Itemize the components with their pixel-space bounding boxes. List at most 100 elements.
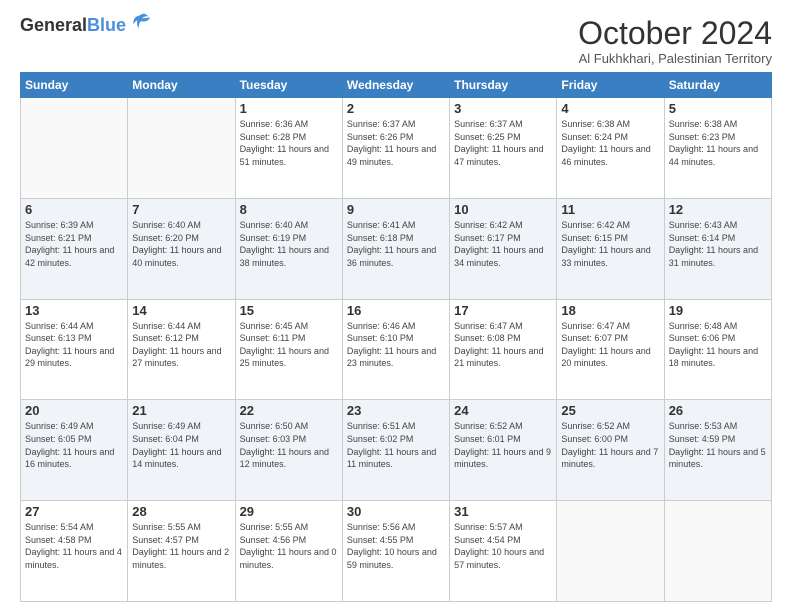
calendar-cell: 28 Sunrise: 5:55 AMSunset: 4:57 PMDayligh… — [128, 501, 235, 602]
day-info: Sunrise: 6:37 AMSunset: 6:25 PMDaylight:… — [454, 118, 552, 168]
day-number: 3 — [454, 101, 552, 116]
calendar-cell: 7 Sunrise: 6:40 AMSunset: 6:20 PMDaylight… — [128, 198, 235, 299]
calendar-cell — [557, 501, 664, 602]
weekday-header-wednesday: Wednesday — [342, 73, 449, 98]
calendar-cell: 6Sunrise: 6:39 AMSunset: 6:21 PMDaylight… — [21, 198, 128, 299]
day-number: 22 — [240, 403, 338, 418]
calendar-cell: 19 Sunrise: 6:48 AMSunset: 6:06 PMDayligh… — [664, 299, 771, 400]
calendar-cell — [664, 501, 771, 602]
day-number: 28 — [132, 504, 230, 519]
day-info: Sunrise: 5:57 AMSunset: 4:54 PMDaylight:… — [454, 521, 552, 571]
calendar-cell: 8Sunrise: 6:40 AMSunset: 6:19 PMDaylight… — [235, 198, 342, 299]
day-number: 12 — [669, 202, 767, 217]
day-info: Sunrise: 6:46 AMSunset: 6:10 PMDaylight:… — [347, 320, 445, 370]
calendar-cell — [21, 98, 128, 199]
location: Al Fukhkhari, Palestinian Territory — [578, 51, 772, 66]
day-info: Sunrise: 5:56 AMSunset: 4:55 PMDaylight:… — [347, 521, 445, 571]
calendar-cell: 12 Sunrise: 6:43 AMSunset: 6:14 PMDayligh… — [664, 198, 771, 299]
calendar-cell: 13Sunrise: 6:44 AMSunset: 6:13 PMDayligh… — [21, 299, 128, 400]
weekday-header-monday: Monday — [128, 73, 235, 98]
header: GeneralBlue October 2024 Al Fukhkhari, P… — [20, 16, 772, 66]
day-number: 18 — [561, 303, 659, 318]
calendar-cell: 26 Sunrise: 5:53 AMSunset: 4:59 PMDayligh… — [664, 400, 771, 501]
day-number: 19 — [669, 303, 767, 318]
day-info: Sunrise: 6:38 AMSunset: 6:23 PMDaylight:… — [669, 118, 767, 168]
day-info: Sunrise: 6:42 AMSunset: 6:17 PMDaylight:… — [454, 219, 552, 269]
day-number: 26 — [669, 403, 767, 418]
day-info: Sunrise: 5:54 AMSunset: 4:58 PMDaylight:… — [25, 521, 123, 571]
day-number: 8 — [240, 202, 338, 217]
weekday-header-saturday: Saturday — [664, 73, 771, 98]
calendar-cell: 25Sunrise: 6:52 AMSunset: 6:00 PMDayligh… — [557, 400, 664, 501]
calendar-cell: 15 Sunrise: 6:45 AMSunset: 6:11 PMDayligh… — [235, 299, 342, 400]
day-number: 29 — [240, 504, 338, 519]
day-info: Sunrise: 6:48 AMSunset: 6:06 PMDaylight:… — [669, 320, 767, 370]
day-info: Sunrise: 6:51 AMSunset: 6:02 PMDaylight:… — [347, 420, 445, 470]
day-number: 17 — [454, 303, 552, 318]
calendar-cell: 5Sunrise: 6:38 AMSunset: 6:23 PMDaylight… — [664, 98, 771, 199]
calendar-week-row: 13Sunrise: 6:44 AMSunset: 6:13 PMDayligh… — [21, 299, 772, 400]
day-number: 30 — [347, 504, 445, 519]
calendar-cell: 29 Sunrise: 5:55 AMSunset: 4:56 PMDayligh… — [235, 501, 342, 602]
calendar-cell: 3 Sunrise: 6:37 AMSunset: 6:25 PMDaylight… — [450, 98, 557, 199]
day-number: 2 — [347, 101, 445, 116]
day-info: Sunrise: 6:40 AMSunset: 6:20 PMDaylight:… — [132, 219, 230, 269]
day-number: 10 — [454, 202, 552, 217]
calendar-cell: 17 Sunrise: 6:47 AMSunset: 6:08 PMDayligh… — [450, 299, 557, 400]
day-info: Sunrise: 6:44 AMSunset: 6:13 PMDaylight:… — [25, 320, 123, 370]
day-info: Sunrise: 6:43 AMSunset: 6:14 PMDaylight:… — [669, 219, 767, 269]
logo-general: General — [20, 15, 87, 35]
day-info: Sunrise: 6:49 AMSunset: 6:05 PMDaylight:… — [25, 420, 123, 470]
day-info: Sunrise: 6:45 AMSunset: 6:11 PMDaylight:… — [240, 320, 338, 370]
day-number: 14 — [132, 303, 230, 318]
calendar-cell — [128, 98, 235, 199]
calendar-cell: 11Sunrise: 6:42 AMSunset: 6:15 PMDayligh… — [557, 198, 664, 299]
day-number: 20 — [25, 403, 123, 418]
day-number: 31 — [454, 504, 552, 519]
day-info: Sunrise: 5:55 AMSunset: 4:56 PMDaylight:… — [240, 521, 338, 571]
day-number: 23 — [347, 403, 445, 418]
calendar-cell: 14 Sunrise: 6:44 AMSunset: 6:12 PMDayligh… — [128, 299, 235, 400]
page: GeneralBlue October 2024 Al Fukhkhari, P… — [0, 0, 792, 612]
day-info: Sunrise: 6:47 AMSunset: 6:08 PMDaylight:… — [454, 320, 552, 370]
title-block: October 2024 Al Fukhkhari, Palestinian T… — [578, 16, 772, 66]
month-title: October 2024 — [578, 16, 772, 51]
calendar-cell: 10 Sunrise: 6:42 AMSunset: 6:17 PMDayligh… — [450, 198, 557, 299]
day-number: 7 — [132, 202, 230, 217]
day-info: Sunrise: 6:49 AMSunset: 6:04 PMDaylight:… — [132, 420, 230, 470]
calendar-cell: 30 Sunrise: 5:56 AMSunset: 4:55 PMDayligh… — [342, 501, 449, 602]
calendar-week-row: 27Sunrise: 5:54 AMSunset: 4:58 PMDayligh… — [21, 501, 772, 602]
calendar-week-row: 20 Sunrise: 6:49 AMSunset: 6:05 PMDayligh… — [21, 400, 772, 501]
logo-blue: Blue — [87, 15, 126, 35]
weekday-header-tuesday: Tuesday — [235, 73, 342, 98]
weekday-header-sunday: Sunday — [21, 73, 128, 98]
day-info: Sunrise: 6:38 AMSunset: 6:24 PMDaylight:… — [561, 118, 659, 168]
day-info: Sunrise: 5:53 AMSunset: 4:59 PMDaylight:… — [669, 420, 767, 470]
day-number: 24 — [454, 403, 552, 418]
day-number: 4 — [561, 101, 659, 116]
day-info: Sunrise: 6:52 AMSunset: 6:01 PMDaylight:… — [454, 420, 552, 470]
calendar-cell: 20 Sunrise: 6:49 AMSunset: 6:05 PMDayligh… — [21, 400, 128, 501]
day-info: Sunrise: 5:55 AMSunset: 4:57 PMDaylight:… — [132, 521, 230, 571]
calendar-cell: 18 Sunrise: 6:47 AMSunset: 6:07 PMDayligh… — [557, 299, 664, 400]
day-info: Sunrise: 6:44 AMSunset: 6:12 PMDaylight:… — [132, 320, 230, 370]
calendar-table: SundayMondayTuesdayWednesdayThursdayFrid… — [20, 72, 772, 602]
day-number: 25 — [561, 403, 659, 418]
day-info: Sunrise: 6:47 AMSunset: 6:07 PMDaylight:… — [561, 320, 659, 370]
weekday-header-row: SundayMondayTuesdayWednesdayThursdayFrid… — [21, 73, 772, 98]
day-info: Sunrise: 6:42 AMSunset: 6:15 PMDaylight:… — [561, 219, 659, 269]
weekday-header-thursday: Thursday — [450, 73, 557, 98]
day-number: 1 — [240, 101, 338, 116]
calendar-cell: 21Sunrise: 6:49 AMSunset: 6:04 PMDayligh… — [128, 400, 235, 501]
day-number: 15 — [240, 303, 338, 318]
day-info: Sunrise: 6:50 AMSunset: 6:03 PMDaylight:… — [240, 420, 338, 470]
logo: GeneralBlue — [20, 16, 152, 34]
day-info: Sunrise: 6:41 AMSunset: 6:18 PMDaylight:… — [347, 219, 445, 269]
calendar-cell: 2Sunrise: 6:37 AMSunset: 6:26 PMDaylight… — [342, 98, 449, 199]
calendar-cell: 27Sunrise: 5:54 AMSunset: 4:58 PMDayligh… — [21, 501, 128, 602]
day-number: 9 — [347, 202, 445, 217]
calendar-cell: 9 Sunrise: 6:41 AMSunset: 6:18 PMDaylight… — [342, 198, 449, 299]
calendar-cell: 23 Sunrise: 6:51 AMSunset: 6:02 PMDayligh… — [342, 400, 449, 501]
calendar-cell: 4 Sunrise: 6:38 AMSunset: 6:24 PMDaylight… — [557, 98, 664, 199]
calendar-week-row: 1Sunrise: 6:36 AMSunset: 6:28 PMDaylight… — [21, 98, 772, 199]
